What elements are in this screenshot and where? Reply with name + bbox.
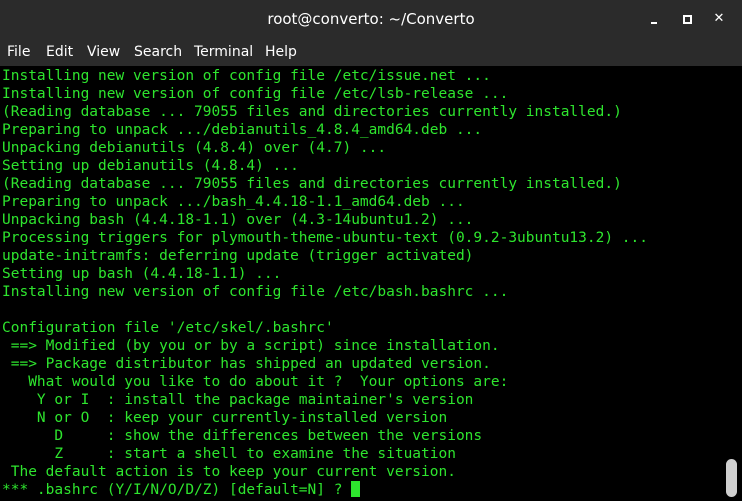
window-title: root@converto: ~/Converto bbox=[267, 10, 475, 28]
terminal-line: Installing new version of config file /e… bbox=[2, 284, 509, 300]
title-bar[interactable]: root@converto: ~/Converto ✕ bbox=[0, 0, 742, 38]
menu-edit[interactable]: Edit bbox=[46, 44, 73, 60]
text-cursor bbox=[351, 481, 361, 497]
terminal-line: Processing triggers for plymouth-theme-u… bbox=[2, 230, 649, 246]
menu-file[interactable]: File bbox=[7, 44, 30, 60]
menu-view[interactable]: View bbox=[87, 44, 120, 60]
close-icon: ✕ bbox=[713, 11, 725, 26]
scrollbar-thumb[interactable] bbox=[726, 459, 737, 497]
close-button[interactable]: ✕ bbox=[708, 8, 730, 30]
terminal-line: Configuration file '/etc/skel/.bashrc' bbox=[2, 320, 334, 336]
terminal-line: ==> Package distributor has shipped an u… bbox=[2, 356, 491, 372]
menu-help[interactable]: Help bbox=[265, 44, 297, 60]
terminal-line: (Reading database ... 79055 files and di… bbox=[2, 176, 622, 192]
terminal-prompt-line[interactable]: *** .bashrc (Y/I/N/O/D/Z) [default=N] ? bbox=[2, 481, 361, 499]
terminal-output[interactable]: Installing new version of config file /e… bbox=[0, 66, 722, 501]
terminal-line: Preparing to unpack .../debianutils_4.8.… bbox=[2, 122, 483, 138]
terminal-line: Preparing to unpack .../bash_4.4.18-1.1_… bbox=[2, 194, 465, 210]
terminal-line: Setting up debianutils (4.8.4) ... bbox=[2, 158, 299, 174]
terminal-window: root@converto: ~/Converto ✕ File Edit Vi… bbox=[0, 0, 742, 501]
terminal-line: The default action is to keep your curre… bbox=[2, 464, 456, 480]
minimize-icon bbox=[651, 22, 657, 24]
maximize-icon bbox=[683, 15, 692, 24]
terminal-line: Y or I : install the package maintainer'… bbox=[2, 392, 474, 408]
terminal-line: What would you like to do about it ? You… bbox=[2, 374, 509, 390]
maximize-button[interactable] bbox=[676, 8, 698, 30]
terminal-line: ==> Modified (by you or by a script) sin… bbox=[2, 338, 500, 354]
terminal-line: Setting up bash (4.4.18-1.1) ... bbox=[2, 266, 282, 282]
terminal-line: Unpacking debianutils (4.8.4) over (4.7)… bbox=[2, 140, 387, 156]
terminal-line: Unpacking bash (4.4.18-1.1) over (4.3-14… bbox=[2, 212, 474, 228]
terminal-line: (Reading database ... 79055 files and di… bbox=[2, 104, 622, 120]
terminal-line: Z : start a shell to examine the situati… bbox=[2, 446, 456, 462]
vertical-scrollbar[interactable] bbox=[722, 66, 742, 501]
terminal-prompt: *** .bashrc (Y/I/N/O/D/Z) [default=N] ? bbox=[2, 482, 352, 498]
terminal-line: update-initramfs: deferring update (trig… bbox=[2, 248, 474, 264]
minimize-button[interactable] bbox=[643, 8, 665, 30]
menu-terminal[interactable]: Terminal bbox=[194, 44, 253, 60]
terminal-line: N or O : keep your currently-installed v… bbox=[2, 410, 448, 426]
terminal-line: D : show the differences between the ver… bbox=[2, 428, 483, 444]
terminal-line: Installing new version of config file /e… bbox=[2, 68, 491, 84]
menu-search[interactable]: Search bbox=[134, 44, 182, 60]
menu-bar: File Edit View Search Terminal Help bbox=[0, 38, 742, 66]
terminal-line: Installing new version of config file /e… bbox=[2, 86, 509, 102]
